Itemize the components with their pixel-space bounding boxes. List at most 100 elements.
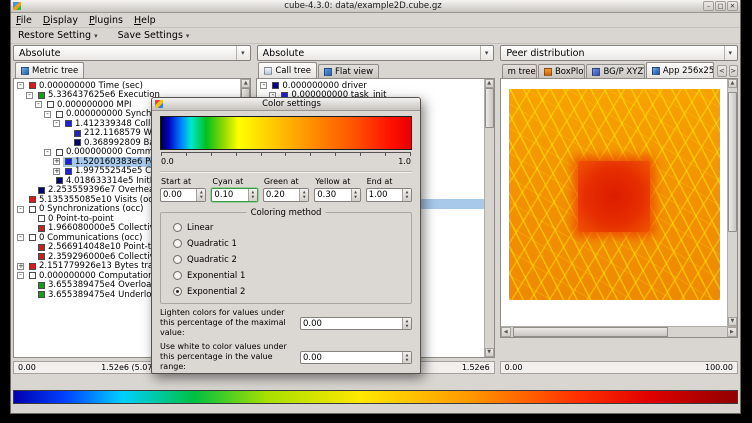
tab-boxplot[interactable]: BoxPlot [538,64,586,78]
scroll-right-icon[interactable]: ▶ [727,327,737,337]
severity-box [38,291,45,298]
menu-plugins[interactable]: Plugins [89,15,123,26]
cyan-at-spinbox[interactable]: 0.10 [211,188,257,202]
system-vertical-scrollbar[interactable]: ▲ ▼ [727,79,737,326]
tab-scroll-left-icon[interactable]: < [717,65,726,77]
spinner-arrows-icon[interactable] [248,189,257,201]
radio-icon[interactable] [173,287,182,296]
start-at-spinbox[interactable]: 0.00 [160,188,206,202]
tree-row[interactable]: -0.000000000 Time (sec) [14,81,240,91]
save-settings-button[interactable]: Save Settings [118,30,190,41]
collapse-icon[interactable]: - [17,234,24,241]
tab-call-tree[interactable]: Call tree [258,62,317,78]
scroll-down-icon[interactable]: ▼ [485,348,494,357]
scroll-up-icon[interactable]: ▲ [728,79,737,88]
tab-system-tree[interactable]: m tree [502,64,537,78]
scroll-left-icon[interactable]: ◀ [501,327,511,337]
titlebar[interactable]: cube-4.3.0: data/example2D.cube.gz – □ ✕ [11,0,740,13]
dialog-titlebar[interactable]: Color settings [152,98,420,111]
menu-help[interactable]: Help [134,15,156,26]
axis-labels: 0.0 1.0 [161,157,411,166]
scroll-up-icon[interactable]: ▲ [241,79,250,88]
severity-box [29,234,36,241]
menu-display[interactable]: Display [43,15,78,26]
radio-icon[interactable] [173,271,182,280]
spinner-arrows-icon[interactable] [402,189,411,201]
scrollbar-thumb[interactable] [728,92,737,232]
scrollbar-thumb[interactable] [485,88,494,128]
radio-linear[interactable]: Linear [173,221,399,234]
collapse-icon[interactable]: - [17,206,24,213]
scrollbar-track[interactable] [485,88,494,348]
maximize-button[interactable]: □ [715,1,726,11]
app-256x256-heatmap[interactable] [509,89,720,300]
scrollbar-track[interactable] [728,88,737,317]
severity-box [65,158,72,165]
white-label: Use white to color values under this per… [160,342,292,372]
restore-setting-label: Restore Setting [18,30,91,41]
collapse-icon[interactable]: - [44,111,51,118]
expand-icon[interactable]: + [53,168,60,175]
spinner-arrows-icon[interactable] [196,189,205,201]
separator [160,171,412,173]
radio-exponential-2[interactable]: Exponential 2 [173,285,399,298]
scroll-down-icon[interactable]: ▼ [728,317,737,326]
collapse-icon[interactable]: - [26,92,33,99]
color-position-fields: Start at 0.00 Cyan at 0.10 Green at [160,177,412,202]
collapse-icon[interactable]: - [17,82,24,89]
scroll-up-icon[interactable]: ▲ [485,79,494,88]
tab-metric-tree[interactable]: Metric tree [15,62,84,78]
yellow-at-spinbox[interactable]: 0.30 [314,188,360,202]
collapse-icon[interactable]: - [35,101,42,108]
lighten-spinbox[interactable]: 0.00 [300,317,412,330]
axis-max-label: 1.0 [398,157,411,166]
tab-flat-view[interactable]: Flat view [318,64,379,78]
end-at-spinbox[interactable]: 1.00 [366,188,412,202]
white-spinbox[interactable]: 0.00 [300,351,412,364]
heatmap-canvas[interactable] [501,79,727,326]
tree-item-label: 5.135355085e10 Visits (occ) [39,195,161,205]
color-gradient-preview [160,116,412,150]
spinner-arrows-icon[interactable] [299,189,308,201]
severity-box [38,187,45,194]
severity-box [74,130,81,137]
radio-icon[interactable] [173,239,182,248]
metric-tabbar: Metric tree [13,62,251,78]
green-at-spinbox[interactable]: 0.20 [263,188,309,202]
collapse-icon[interactable]: - [260,82,267,89]
selected-value: Absolute [263,48,305,59]
expand-icon[interactable]: + [17,263,24,270]
radio-quadratic-2[interactable]: Quadratic 2 [173,253,399,266]
spinner-arrows-icon[interactable] [402,318,411,329]
system-horizontal-scrollbar[interactable]: ◀ ▶ [501,326,737,337]
restore-setting-button[interactable]: Restore Setting [18,30,98,41]
menu-file[interactable]: File [16,15,32,26]
system-value-legend: 0.00 100.00 [500,361,738,374]
collapse-icon[interactable]: - [44,149,51,156]
collapse-icon[interactable]: - [53,120,60,127]
severity-box [272,82,279,89]
tab-app-256x256[interactable]: App 256x256 [646,62,714,78]
close-button[interactable]: ✕ [727,1,738,11]
call-value-mode-select[interactable]: Absolute [257,45,495,61]
expand-icon[interactable]: + [53,158,60,165]
minimize-button[interactable]: – [703,1,714,11]
spinner-arrows-icon[interactable] [402,352,411,363]
tab-scroll-right-icon[interactable]: > [729,65,738,77]
call-vertical-scrollbar[interactable]: ▲ ▼ [484,79,494,357]
collapse-icon[interactable]: - [17,272,24,279]
radio-icon[interactable] [173,223,182,232]
tree-row[interactable]: -0.000000000 driver [257,81,483,91]
metric-value-mode-select[interactable]: Absolute [13,45,251,61]
system-value-mode-select[interactable]: Peer distribution [500,45,738,61]
severity-box [38,225,45,232]
radio-label: Quadratic 1 [187,239,237,249]
scrollbar-track[interactable] [511,327,727,337]
radio-quadratic-1[interactable]: Quadratic 1 [173,237,399,250]
radio-exponential-1[interactable]: Exponential 1 [173,269,399,282]
radio-icon[interactable] [173,255,182,264]
spinner-arrows-icon[interactable] [351,189,360,201]
tab-bgp-xyzt[interactable]: BG/P XYZT [586,64,644,78]
severity-box [38,92,45,99]
scrollbar-thumb[interactable] [513,327,669,337]
